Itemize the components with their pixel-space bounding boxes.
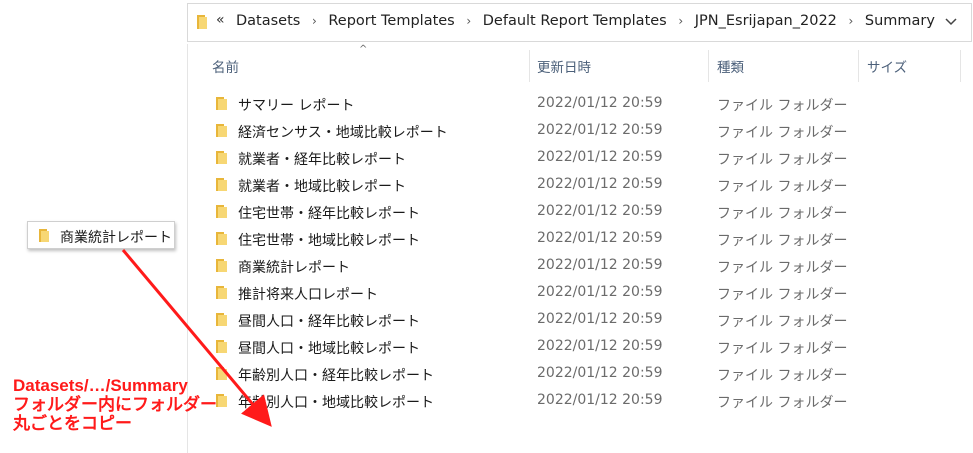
file-row[interactable]: 就業者・地域比較レポート 2022/01/12 20:59 ファイル フォルダー [188, 171, 973, 198]
column-header-type[interactable]: 種類 [717, 56, 744, 76]
folder-icon [216, 340, 227, 353]
file-name[interactable]: 年齢別人口・経年比較レポート [238, 365, 434, 385]
file-type: ファイル フォルダー [717, 287, 848, 303]
annotation-line: Datasets/…/Summary [13, 376, 188, 395]
drag-preview: 商業統計レポート [27, 221, 175, 249]
file-type: ファイル フォルダー [717, 314, 848, 330]
breadcrumb-item[interactable]: Default Report Templates [481, 13, 669, 29]
folder-icon [216, 367, 227, 380]
folder-icon [216, 205, 227, 218]
breadcrumb-item[interactable]: Datasets [234, 13, 302, 29]
breadcrumb-item[interactable]: Report Templates [326, 13, 456, 29]
breadcrumb-item[interactable]: Summary [863, 13, 937, 29]
file-type: ファイル フォルダー [717, 260, 848, 276]
file-type: ファイル フォルダー [717, 152, 848, 168]
folder-icon [216, 151, 227, 164]
breadcrumb: Datasets › Report Templates › Default Re… [234, 13, 937, 29]
breadcrumb-separator-icon[interactable]: › [839, 14, 863, 28]
column-divider[interactable] [960, 50, 961, 82]
folder-icon [216, 259, 227, 272]
file-row[interactable]: 就業者・経年比較レポート 2022/01/12 20:59 ファイル フォルダー [188, 144, 973, 171]
file-type: ファイル フォルダー [717, 125, 848, 141]
sort-indicator-icon: ^ [359, 44, 368, 55]
breadcrumb-separator-icon[interactable]: › [302, 14, 326, 28]
folder-icon [197, 15, 207, 29]
chevron-down-icon[interactable] [943, 13, 959, 29]
file-type: ファイル フォルダー [717, 395, 848, 411]
annotation-line: 丸ごとをコピー [13, 414, 132, 433]
annotation-text: Datasets/…/Summary フォルダー内にフォルダー 丸ごとをコピー [13, 376, 217, 433]
address-bar[interactable]: « Datasets › Report Templates › Default … [187, 3, 972, 42]
column-header-modified[interactable]: 更新日時 [537, 56, 591, 76]
column-header-size[interactable]: サイズ [867, 56, 907, 76]
file-type: ファイル フォルダー [717, 368, 848, 384]
file-modified: 2022/01/12 20:59 [537, 338, 663, 354]
column-divider[interactable] [529, 50, 530, 82]
folder-icon [216, 124, 227, 137]
file-modified: 2022/01/12 20:59 [537, 257, 663, 273]
file-type: ファイル フォルダー [717, 206, 848, 222]
column-header-name[interactable]: 名前 [212, 56, 239, 76]
file-modified: 2022/01/12 20:59 [537, 311, 663, 327]
file-modified: 2022/01/12 20:59 [537, 230, 663, 246]
column-divider[interactable] [708, 50, 709, 82]
folder-icon [216, 97, 227, 110]
file-row[interactable]: 昼間人口・経年比較レポート 2022/01/12 20:59 ファイル フォルダー [188, 306, 973, 333]
file-modified: 2022/01/12 20:59 [537, 176, 663, 192]
breadcrumb-item[interactable]: JPN_Esrijapan_2022 [693, 13, 839, 29]
overflow-chevron[interactable]: « [216, 12, 225, 28]
file-name[interactable]: 経済センサス・地域比較レポート [238, 122, 448, 142]
file-modified: 2022/01/12 20:59 [537, 392, 663, 408]
folder-icon [216, 178, 227, 191]
folder-icon [216, 286, 227, 299]
file-row[interactable]: 昼間人口・地域比較レポート 2022/01/12 20:59 ファイル フォルダー [188, 333, 973, 360]
drag-preview-label: 商業統計レポート [60, 230, 172, 246]
column-headers: ^ 名前 更新日時 種類 サイズ [188, 44, 973, 88]
column-divider[interactable] [858, 50, 859, 82]
file-name[interactable]: 推計将来人口レポート [238, 284, 378, 304]
file-name[interactable]: 就業者・地域比較レポート [238, 176, 406, 196]
file-row[interactable]: 住宅世帯・経年比較レポート 2022/01/12 20:59 ファイル フォルダー [188, 198, 973, 225]
file-modified: 2022/01/12 20:59 [537, 95, 663, 111]
file-row[interactable]: 推計将来人口レポート 2022/01/12 20:59 ファイル フォルダー [188, 279, 973, 306]
file-name[interactable]: 昼間人口・経年比較レポート [238, 311, 420, 331]
file-type: ファイル フォルダー [717, 341, 848, 357]
file-name[interactable]: 住宅世帯・経年比較レポート [238, 203, 420, 223]
file-row[interactable]: 住宅世帯・地域比較レポート 2022/01/12 20:59 ファイル フォルダー [188, 225, 973, 252]
file-modified: 2022/01/12 20:59 [537, 365, 663, 381]
breadcrumb-separator-icon[interactable]: › [457, 14, 481, 28]
folder-icon [39, 229, 49, 242]
file-type: ファイル フォルダー [717, 233, 848, 249]
file-name[interactable]: 住宅世帯・地域比較レポート [238, 230, 420, 250]
file-row[interactable]: 経済センサス・地域比較レポート 2022/01/12 20:59 ファイル フォルダ… [188, 117, 973, 144]
folder-icon [216, 394, 227, 407]
file-type: ファイル フォルダー [717, 179, 848, 195]
file-modified: 2022/01/12 20:59 [537, 122, 663, 138]
file-row[interactable]: 年齢別人口・地域比較レポート 2022/01/12 20:59 ファイル フォルダー [188, 387, 973, 414]
file-name[interactable]: 昼間人口・地域比較レポート [238, 338, 420, 358]
file-type: ファイル フォルダー [717, 98, 848, 114]
file-modified: 2022/01/12 20:59 [537, 203, 663, 219]
folder-icon [216, 313, 227, 326]
file-name[interactable]: 年齢別人口・地域比較レポート [238, 392, 434, 412]
file-modified: 2022/01/12 20:59 [537, 149, 663, 165]
file-name[interactable]: サマリー レポート [238, 95, 354, 115]
file-name[interactable]: 就業者・経年比較レポート [238, 149, 406, 169]
file-row[interactable]: 商業統計レポート 2022/01/12 20:59 ファイル フォルダー [188, 252, 973, 279]
folder-icon [216, 232, 227, 245]
file-name[interactable]: 商業統計レポート [238, 257, 350, 277]
file-modified: 2022/01/12 20:59 [537, 284, 663, 300]
file-row[interactable]: サマリー レポート 2022/01/12 20:59 ファイル フォルダー [188, 90, 973, 117]
annotation-line: フォルダー内にフォルダー [13, 395, 217, 414]
breadcrumb-separator-icon[interactable]: › [669, 14, 693, 28]
file-row[interactable]: 年齢別人口・経年比較レポート 2022/01/12 20:59 ファイル フォルダー [188, 360, 973, 387]
